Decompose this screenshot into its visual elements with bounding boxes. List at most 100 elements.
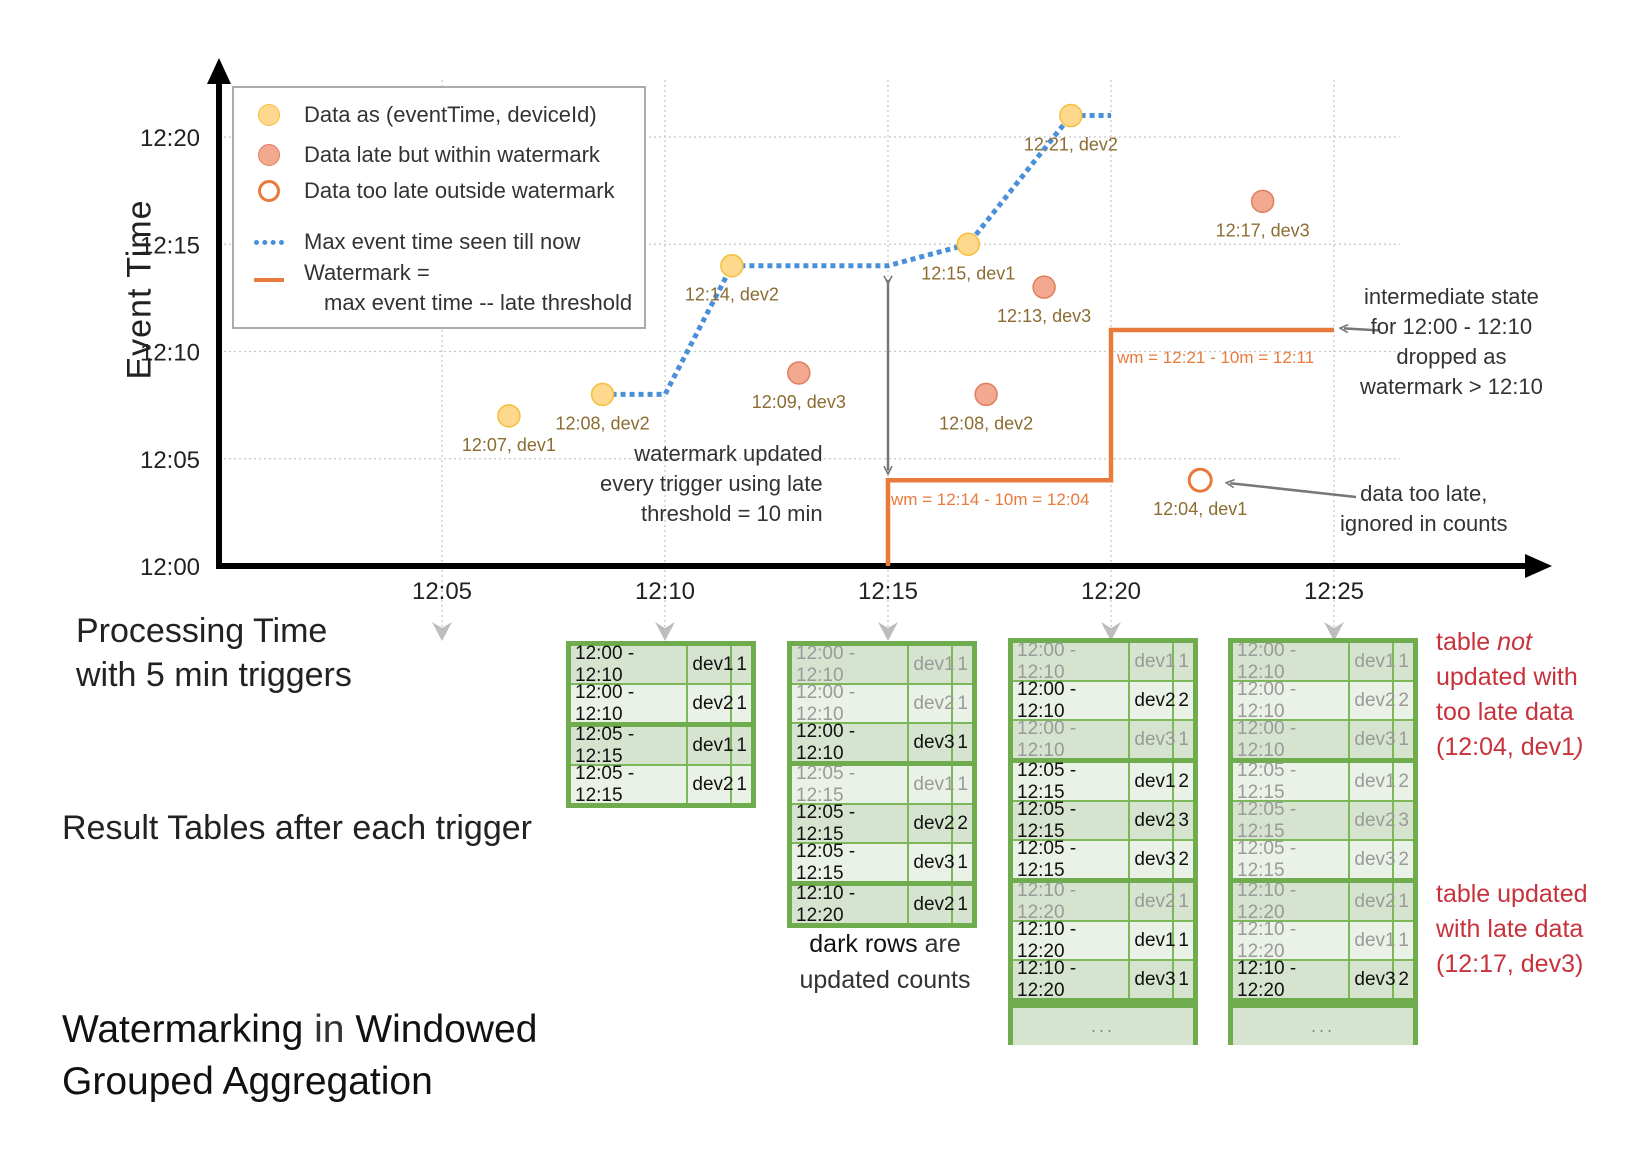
cell-cnt: 2 <box>1398 770 1409 792</box>
cell-cnt: 1 <box>1398 890 1409 912</box>
window-group: 12:00 - 12:10 dev1 1 12:00 - 12:10 dev2 1 12:0… <box>792 643 972 766</box>
cell-win: 12:05 - 12:15 <box>1013 838 1131 881</box>
table-row: 12:05 - 12:15 dev2 2 <box>792 802 972 845</box>
table-row: 12:10 - 12:20 dev2 1 <box>792 883 972 926</box>
too-late-arrow-icon <box>1230 483 1357 499</box>
legend-label-2: max event time -- late threshold <box>324 290 633 315</box>
cell-win: 12:00 - 12:10 <box>1233 679 1351 722</box>
legend-label: Data too late outside watermark <box>304 178 615 203</box>
legend-label: Data as (eventTime, deviceId) <box>304 102 597 127</box>
cell-win: 12:00 - 12:10 <box>792 721 910 764</box>
cell-dev: dev2 <box>909 886 955 923</box>
legend-label: Watermark = <box>304 260 430 285</box>
cell-win: 12:10 - 12:20 <box>1013 919 1131 962</box>
cell-win: 12:00 - 12:10 <box>792 643 910 686</box>
window-group: 12:05 - 12:15 dev1 1 12:05 - 12:15 dev2 2 12:0… <box>792 763 972 886</box>
cell-cnt: 1 <box>1398 728 1409 750</box>
data-point-late <box>1032 275 1056 299</box>
cell-dev: dev1 <box>688 727 734 764</box>
cell-cnt: 1 <box>1398 650 1409 672</box>
cell-cnt: 3 <box>1398 809 1409 831</box>
cell-dev: dev2 <box>1130 883 1176 920</box>
data-point-label: 12:07, dev1 <box>462 435 556 455</box>
cell-dev: dev3 <box>1350 961 1396 998</box>
table-row: 12:05 - 12:15 dev3 1 <box>792 841 972 884</box>
window-group: 12:00 - 12:10 dev1 1 12:00 - 12:10 dev2 2 12:0… <box>1013 640 1193 763</box>
cell-cnt: 1 <box>957 653 968 675</box>
legend-item-ontime: Data as (eventTime, deviceId) <box>234 102 597 128</box>
x-axis-arrow-icon <box>1525 554 1552 578</box>
data-point-label: 12:04, dev1 <box>1153 499 1247 519</box>
cell-cnt: 1 <box>1398 929 1409 951</box>
cell-cnt: 2 <box>1178 770 1189 792</box>
legend-label: Max event time seen till now <box>304 229 581 254</box>
data-point-late <box>787 361 811 385</box>
table-row: 12:05 - 12:15 dev1 1 <box>571 724 751 767</box>
cell-win: 12:00 - 12:10 <box>571 682 689 725</box>
cell-dev: dev3 <box>1350 721 1396 758</box>
cell-win: 12:05 - 12:15 <box>1013 799 1131 842</box>
data-point-label: 12:08, dev2 <box>939 413 1033 433</box>
cell-dev: dev1 <box>1350 643 1396 680</box>
cell-dev: dev3 <box>909 724 955 761</box>
cell-dev: dev3 <box>909 844 955 881</box>
data-point-label: 12:21, dev2 <box>1024 135 1118 155</box>
table-row: 12:05 - 12:15 dev1 2 <box>1233 760 1413 803</box>
table-row: 12:10 - 12:20 dev1 1 <box>1233 919 1413 962</box>
y-tick-label: 12:05 <box>140 447 200 474</box>
cell-dev: dev2 <box>688 766 734 803</box>
cell-cnt: 1 <box>957 731 968 753</box>
table-row: 12:00 - 12:10 dev1 1 <box>792 643 972 686</box>
cell-dev: dev3 <box>1130 961 1176 998</box>
data-point-ontime <box>590 382 615 407</box>
data-point-ontime <box>956 232 981 256</box>
table-row: 12:00 - 12:10 dev2 2 <box>1233 679 1413 722</box>
x-tick-label: 12:25 <box>1304 578 1364 605</box>
cell-dev: dev2 <box>1350 802 1396 839</box>
cell-dev: dev2 <box>1350 682 1396 719</box>
more-rows-ellipsis: ... <box>1233 1003 1413 1045</box>
cell-win: 12:00 - 12:10 <box>1233 718 1351 761</box>
table-row: 12:10 - 12:20 dev3 1 <box>1013 958 1193 1001</box>
result-tables-label: Result Tables after each trigger <box>62 809 532 847</box>
cell-cnt: 1 <box>1178 968 1189 990</box>
result-table-1220: 12:00 - 12:10 dev1 1 12:00 - 12:10 dev2 2 12:0… <box>1008 638 1198 1045</box>
table-row: 12:10 - 12:20 dev1 1 <box>1013 919 1193 962</box>
cell-win: 12:10 - 12:20 <box>1233 880 1351 923</box>
data-point-label: 12:14, dev2 <box>685 285 779 305</box>
cell-win: 12:00 - 12:10 <box>571 643 689 686</box>
note-updated-late: table updated with late data (12:17, dev… <box>1436 880 1588 978</box>
cell-win: 12:05 - 12:15 <box>792 841 910 884</box>
table-row: 12:05 - 12:15 dev3 2 <box>1013 838 1193 881</box>
cell-dev: dev2 <box>1130 802 1176 839</box>
table-row: 12:00 - 12:10 dev1 1 <box>571 643 751 686</box>
cell-cnt: 1 <box>736 734 747 756</box>
page-title: Watermarking in Windowed Grouped Aggrega… <box>62 1008 538 1103</box>
cell-cnt: 2 <box>1398 848 1409 870</box>
x-axis-label: Processing Time with 5 min triggers <box>76 612 352 694</box>
table-row: 12:10 - 12:20 dev2 1 <box>1013 880 1193 923</box>
cell-win: 12:10 - 12:20 <box>1233 958 1351 1001</box>
cell-dev: dev1 <box>1350 922 1396 959</box>
legend-item-toolate: Data too late outside watermark <box>234 178 615 204</box>
cell-dev: dev2 <box>909 805 955 842</box>
data-point-label: 12:17, dev3 <box>1216 220 1310 240</box>
table-row: 12:10 - 12:20 dev3 2 <box>1233 958 1413 1001</box>
cell-dev: dev1 <box>909 766 955 803</box>
data-point-label: 12:08, dev2 <box>556 413 650 433</box>
cell-win: 12:05 - 12:15 <box>1233 799 1351 842</box>
cell-dev: dev1 <box>1130 763 1176 800</box>
cell-win: 12:05 - 12:15 <box>571 724 689 767</box>
solid-line-icon <box>254 278 284 282</box>
x-tick-label: 12:10 <box>635 578 695 605</box>
trigger-arrow-icon <box>655 622 675 641</box>
data-point-ontime <box>497 404 521 428</box>
cell-cnt: 1 <box>736 692 747 714</box>
x-tick-label: 12:05 <box>412 578 472 605</box>
table-row: 12:00 - 12:10 dev3 1 <box>792 721 972 764</box>
legend-item-late: Data late but within watermark <box>234 142 600 168</box>
cell-cnt: 1 <box>957 893 968 915</box>
table-row: 12:05 - 12:15 dev2 3 <box>1013 799 1193 842</box>
trigger-arrow-icon <box>878 622 898 641</box>
legend-item-watermark: Watermark = max event time -- late thres… <box>234 260 632 316</box>
